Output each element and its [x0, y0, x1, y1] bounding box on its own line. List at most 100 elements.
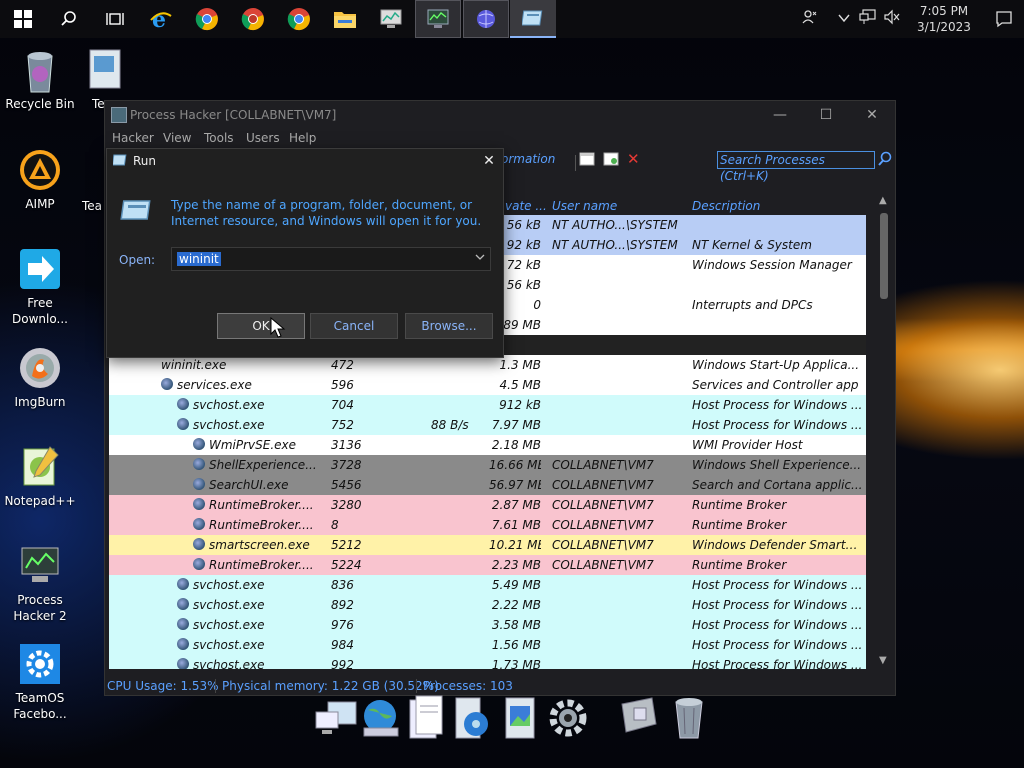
cancel-button[interactable]: Cancel — [310, 313, 398, 339]
run-dialog-close-button[interactable]: ✕ — [477, 151, 501, 171]
private-bytes-cell: 7.61 MB — [491, 518, 541, 532]
chevron-up-icon[interactable] — [832, 11, 856, 27]
scrollbar-thumb[interactable] — [880, 213, 888, 299]
toolbar-separator — [575, 155, 576, 171]
tools-icon[interactable] — [616, 694, 662, 742]
desktop-icon-notepad-plus-plus[interactable]: Notepad++ — [0, 445, 80, 509]
folder-icon — [334, 12, 356, 28]
column-header-user-name[interactable]: User name — [552, 199, 617, 213]
start-button[interactable] — [0, 0, 46, 38]
column-header-description[interactable]: Description — [692, 199, 760, 213]
table-row[interactable]: svchost.exe 752 88 B/s 7.97 MB Host Process … — [109, 415, 866, 435]
table-row[interactable]: WmiPrvSE.exe 3136 2.18 MB WMI Provider Host — [109, 435, 866, 455]
taskbar-globe-app[interactable] — [463, 0, 509, 38]
desktop-icon-imgburn[interactable]: ImgBurn — [0, 346, 80, 410]
pid-cell: 472 — [331, 358, 354, 372]
menu-view[interactable]: View — [163, 131, 191, 145]
window-title: Process Hacker [COLLABNET\VM7] — [130, 108, 337, 122]
clock-date: 3/1/2023 — [917, 20, 971, 34]
taskbar-process-hacker[interactable] — [415, 0, 461, 38]
taskbar-chrome-3[interactable] — [276, 0, 322, 38]
description-cell: Windows Session Manager — [692, 258, 852, 272]
table-row[interactable]: svchost.exe 992 1.73 MB Host Process for Wi… — [109, 655, 866, 669]
open-combobox[interactable]: wininit — [171, 247, 491, 271]
system-information-button[interactable]: ormation — [501, 152, 555, 166]
ok-button[interactable]: OK — [217, 313, 305, 339]
process-name-cell: svchost.exe — [193, 418, 265, 432]
column-header-private-bytes[interactable]: vate ... — [505, 199, 547, 213]
table-row[interactable]: RuntimeBroker.... 8 7.61 MB COLLABNET\VM7 Ru… — [109, 515, 866, 535]
desktop-icon-recycle-bin[interactable]: Recycle Bin — [0, 48, 80, 112]
task-view-button[interactable] — [92, 0, 138, 38]
search-button[interactable] — [46, 0, 92, 38]
network-icon[interactable] — [314, 694, 360, 742]
notification-center-button[interactable] — [984, 10, 1024, 28]
terminate-icon[interactable]: ✕ — [627, 150, 640, 168]
taskbar-clock[interactable]: 7:05 PM 3/1/2023 — [904, 3, 984, 35]
process-hacker-app-icon — [111, 107, 127, 123]
table-row[interactable]: services.exe 596 4.5 MB Services and Contro… — [109, 375, 866, 395]
taskbar-chrome-1[interactable] — [184, 0, 230, 38]
desktop-icon-partial[interactable]: Tea — [76, 170, 106, 214]
taskbar-internet-explorer[interactable]: e — [138, 0, 184, 38]
window-icon[interactable] — [579, 152, 595, 169]
taskbar-file-explorer[interactable] — [322, 0, 368, 38]
media-icon[interactable] — [452, 694, 498, 742]
desktop-icon-process-hacker[interactable]: Process Hacker 2 — [0, 544, 80, 624]
table-row[interactable]: RuntimeBroker.... 5224 2.23 MB COLLABNET\VM… — [109, 555, 866, 575]
table-row[interactable]: ShellExperience... 3728 16.66 MB COLLABNET\… — [109, 455, 866, 475]
recycle-icon[interactable] — [666, 694, 712, 742]
table-row[interactable]: svchost.exe 984 1.56 MB Host Process for Wi… — [109, 635, 866, 655]
desktop-icon-aimp[interactable]: AIMP — [0, 148, 80, 212]
private-bytes-cell: 4.5 MB — [499, 378, 541, 392]
find-window-icon[interactable] — [603, 152, 619, 169]
notification-icon — [996, 11, 1012, 28]
scroll-down-icon[interactable]: ▼ — [879, 655, 887, 666]
description-cell: NT Kernel & System — [692, 238, 812, 252]
table-row[interactable]: svchost.exe 892 2.22 MB Host Process for Wi… — [109, 595, 866, 615]
table-row[interactable]: svchost.exe 836 5.49 MB Host Process for Wi… — [109, 575, 866, 595]
table-row[interactable]: wininit.exe 472 1.3 MB Windows Start-Up App… — [109, 355, 866, 375]
chevron-down-icon[interactable] — [474, 250, 486, 267]
menu-hacker[interactable]: Hacker — [112, 131, 154, 145]
pictures-icon[interactable] — [500, 694, 546, 742]
taskbar-run-dialog[interactable] — [510, 0, 556, 38]
run-icon — [111, 154, 127, 169]
minimize-button[interactable]: — — [757, 103, 803, 127]
process-icon — [177, 618, 189, 630]
svg-text:e: e — [152, 7, 166, 31]
table-row[interactable]: svchost.exe 976 3.58 MB Host Process for Wi… — [109, 615, 866, 635]
user-name-cell: NT AUTHO...\SYSTEM — [552, 238, 678, 252]
menu-users[interactable]: Users — [246, 131, 280, 145]
table-row[interactable]: RuntimeBroker.... 3280 2.87 MB COLLABNET\VM… — [109, 495, 866, 515]
close-button[interactable]: ✕ — [849, 103, 895, 127]
description-cell: Windows Defender SmartS... — [692, 538, 864, 552]
private-bytes-cell: 1.73 MB — [491, 658, 541, 669]
process-hacker-titlebar[interactable]: Process Hacker [COLLABNET\VM7] — ☐ ✕ — [105, 101, 895, 129]
documents-icon[interactable] — [406, 694, 452, 742]
recycle-bin-icon — [18, 48, 62, 93]
browse-button[interactable]: Browse... — [405, 313, 493, 339]
people-icon[interactable] — [798, 9, 822, 29]
taskbar-resource-monitor[interactable] — [368, 0, 414, 38]
settings-gear-icon[interactable] — [546, 694, 592, 742]
table-row[interactable]: SearchUI.exe 5456 56.97 MB COLLABNET\VM7 Sea… — [109, 475, 866, 495]
process-list-scrollbar[interactable]: ▲ ▼ — [877, 195, 891, 669]
table-row[interactable]: smartscreen.exe 5212 10.21 MB COLLABNET\VM7… — [109, 535, 866, 555]
volume-muted-icon[interactable] — [880, 9, 904, 29]
open-input-value[interactable]: wininit — [177, 252, 221, 266]
globe-icon[interactable] — [358, 694, 404, 742]
menu-tools[interactable]: Tools — [204, 131, 234, 145]
private-bytes-cell: 56.97 MB — [489, 478, 541, 492]
menu-help[interactable]: Help — [289, 131, 316, 145]
taskbar-chrome-2[interactable] — [230, 0, 276, 38]
maximize-button[interactable]: ☐ — [803, 103, 849, 127]
search-icon[interactable] — [877, 151, 893, 170]
network-icon[interactable] — [856, 9, 880, 29]
run-dialog-titlebar[interactable]: Run ✕ — [107, 149, 503, 173]
scroll-up-icon[interactable]: ▲ — [879, 195, 887, 206]
table-row[interactable]: svchost.exe 704 912 kB Host Process for Win… — [109, 395, 866, 415]
desktop-icon-free-download[interactable]: Free Downlo... — [0, 247, 80, 327]
search-processes-input[interactable]: Search Processes (Ctrl+K) — [717, 151, 875, 183]
desktop-icon-teamos[interactable]: TeamOS Facebo... — [0, 642, 80, 722]
